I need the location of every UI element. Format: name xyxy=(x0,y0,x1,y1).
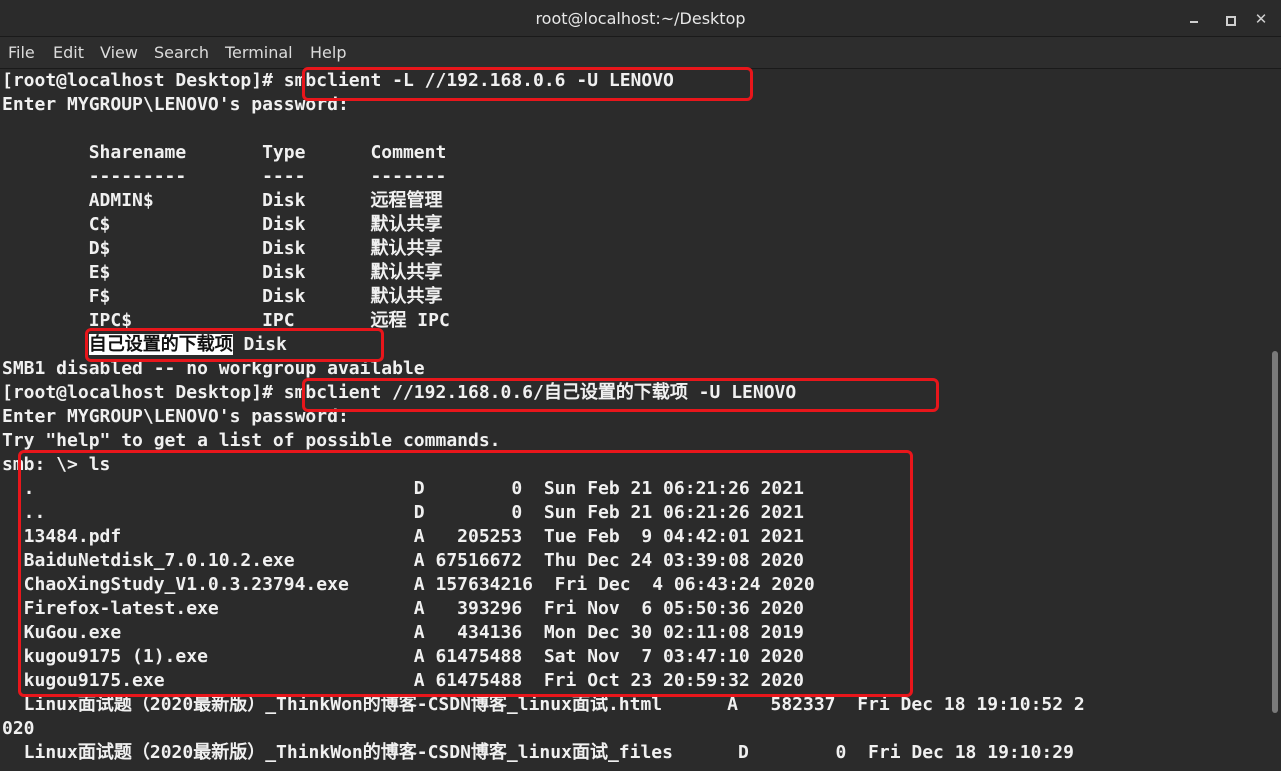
annotation-box-connect-command xyxy=(302,378,939,412)
annotation-box-share-name xyxy=(85,328,384,362)
terminal-line: Enter MYGROUP\LENOVO's password: xyxy=(2,406,349,427)
menu-file[interactable]: File xyxy=(8,37,35,69)
annotation-box-ls-listing xyxy=(18,450,913,697)
annotation-box-list-command xyxy=(302,67,753,101)
menu-search[interactable]: Search xyxy=(154,37,209,69)
terminal-line: ADMIN$ Disk 远程管理 xyxy=(2,190,443,211)
maximize-icon[interactable] xyxy=(1218,8,1240,30)
terminal-line: 020 xyxy=(2,718,35,739)
terminal-line: F$ Disk 默认共享 xyxy=(2,286,443,307)
menu-edit[interactable]: Edit xyxy=(53,37,84,69)
window-title: root@localhost:~/Desktop xyxy=(535,9,746,28)
terminal-scrollbar[interactable] xyxy=(1270,69,1281,771)
terminal-line: D$ Disk 默认共享 xyxy=(2,238,443,259)
scrollbar-thumb[interactable] xyxy=(1272,351,1278,713)
terminal-line: Linux面试题（2020最新版）_ThinkWon的博客-CSDN博客_lin… xyxy=(2,742,1074,763)
terminal-line: --------- ---- ------- xyxy=(2,166,447,187)
minimize-icon[interactable] xyxy=(1183,8,1205,30)
terminal-line: Enter MYGROUP\LENOVO's password: xyxy=(2,94,349,115)
terminal-line: Sharename Type Comment xyxy=(2,142,447,163)
close-icon[interactable]: ✕ xyxy=(1250,8,1272,30)
title-bar: root@localhost:~/Desktop ✕ xyxy=(0,0,1281,37)
menu-terminal[interactable]: Terminal xyxy=(225,37,293,69)
menu-help[interactable]: Help xyxy=(310,37,346,69)
menu-bar: File Edit View Search Terminal Help xyxy=(0,37,1281,69)
terminal-line: C$ Disk 默认共享 xyxy=(2,214,443,235)
terminal-line: E$ Disk 默认共享 xyxy=(2,262,443,283)
menu-view[interactable]: View xyxy=(100,37,138,69)
